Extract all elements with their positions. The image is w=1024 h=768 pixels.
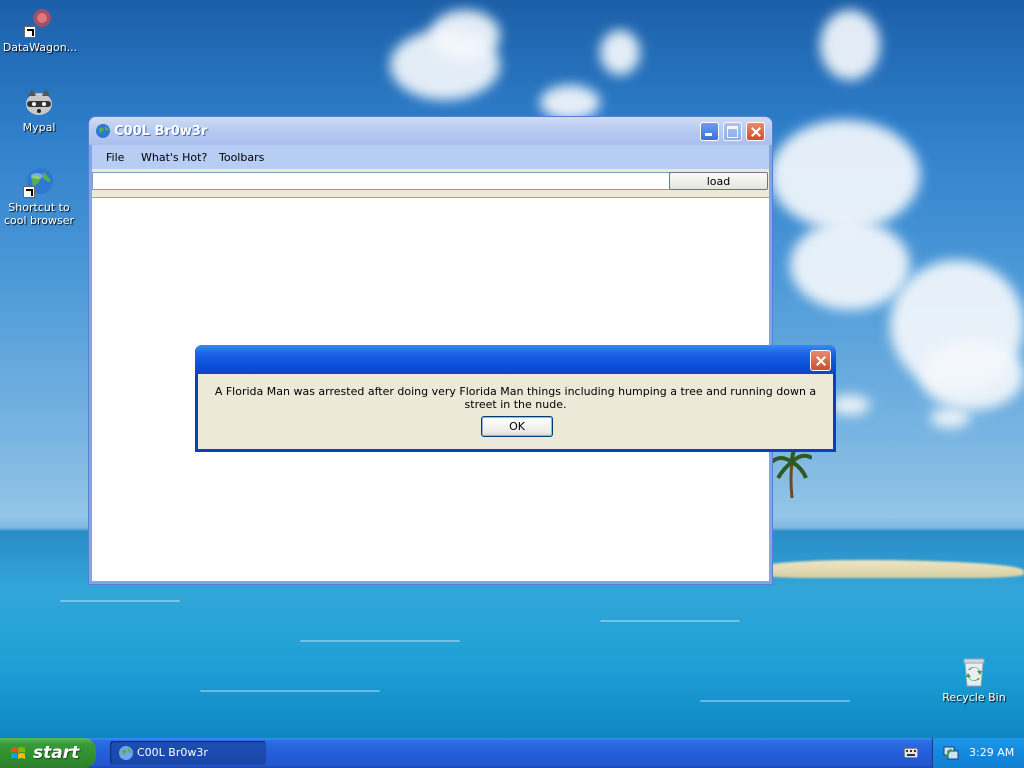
system-tray: 3:29 AM <box>932 738 1024 768</box>
island <box>760 560 1024 578</box>
keyboard-icon[interactable] <box>904 748 918 758</box>
menu-bar: File What's Hot? Toolbars <box>92 145 769 169</box>
close-button[interactable] <box>746 122 765 141</box>
water-glint <box>300 640 460 642</box>
shortcut-arrow-icon <box>24 26 36 38</box>
maximize-button[interactable] <box>723 122 742 141</box>
clock[interactable]: 3:29 AM <box>969 746 1014 759</box>
start-label: start <box>33 743 80 763</box>
cloud <box>600 30 640 75</box>
globe-icon <box>23 166 55 198</box>
cloud <box>430 10 500 60</box>
cloud <box>820 10 880 80</box>
windows-flag-icon <box>11 747 25 759</box>
url-input[interactable] <box>92 172 675 190</box>
water-glint <box>700 700 850 702</box>
browser-title: C00L Br0w3r <box>114 124 208 139</box>
cloud <box>930 408 970 428</box>
close-icon <box>811 351 830 370</box>
desktop-icon-cool-browser-shortcut[interactable]: Shortcut to cool browser <box>0 166 79 227</box>
water-glint <box>200 690 380 692</box>
desktop-icon-label: Mypal <box>22 121 56 134</box>
cloud <box>830 395 870 415</box>
palm-tree <box>772 448 812 499</box>
cloud <box>770 120 920 230</box>
recycle-bin-icon <box>958 656 990 688</box>
dialog-body: A Florida Man was arrested after doing v… <box>198 374 833 449</box>
shortcut-arrow-icon <box>23 186 35 198</box>
desktop-icon-datawagon[interactable]: DataWagon... <box>0 6 80 54</box>
dialog-titlebar[interactable] <box>195 345 836 374</box>
browser-titlebar[interactable]: C00L Br0w3r <box>89 117 772 145</box>
close-icon <box>747 123 764 140</box>
menu-file[interactable]: File <box>106 151 124 164</box>
raccoon-icon <box>23 86 55 118</box>
cloud <box>920 340 1024 410</box>
globe-icon <box>96 124 110 138</box>
water-glint <box>60 600 180 602</box>
desktop-icon-label: DataWagon... <box>2 41 78 54</box>
cloud <box>790 220 910 310</box>
ok-button[interactable]: OK <box>481 416 553 437</box>
taskbar-item-label: C00L Br0w3r <box>137 746 208 759</box>
menu-whats-hot[interactable]: What's Hot? <box>141 151 207 164</box>
desktop-icon-label: Recycle Bin <box>942 691 1006 704</box>
taskbar: start C00L Br0w3r 3:29 AM <box>0 738 1024 768</box>
menu-toolbars[interactable]: Toolbars <box>219 151 264 164</box>
network-icon[interactable] <box>943 745 959 761</box>
desktop-icon-label: Shortcut to cool browser <box>3 201 75 227</box>
desktop-icon-mypal[interactable]: Mypal <box>0 86 79 134</box>
datawagon-icon <box>24 6 56 38</box>
minimize-button[interactable] <box>700 122 719 141</box>
address-bar: load <box>92 169 769 197</box>
cloud <box>540 85 600 120</box>
message-dialog: A Florida Man was arrested after doing v… <box>195 345 836 452</box>
water-glint <box>600 620 740 622</box>
dialog-close-button[interactable] <box>810 350 831 371</box>
load-button[interactable]: load <box>669 172 768 190</box>
desktop-icon-recycle-bin[interactable]: Recycle Bin <box>934 656 1014 704</box>
taskbar-item-cool-browser[interactable]: C00L Br0w3r <box>110 741 266 765</box>
dialog-message: A Florida Man was arrested after doing v… <box>214 385 817 411</box>
globe-icon <box>119 746 133 760</box>
start-button[interactable]: start <box>0 738 96 768</box>
